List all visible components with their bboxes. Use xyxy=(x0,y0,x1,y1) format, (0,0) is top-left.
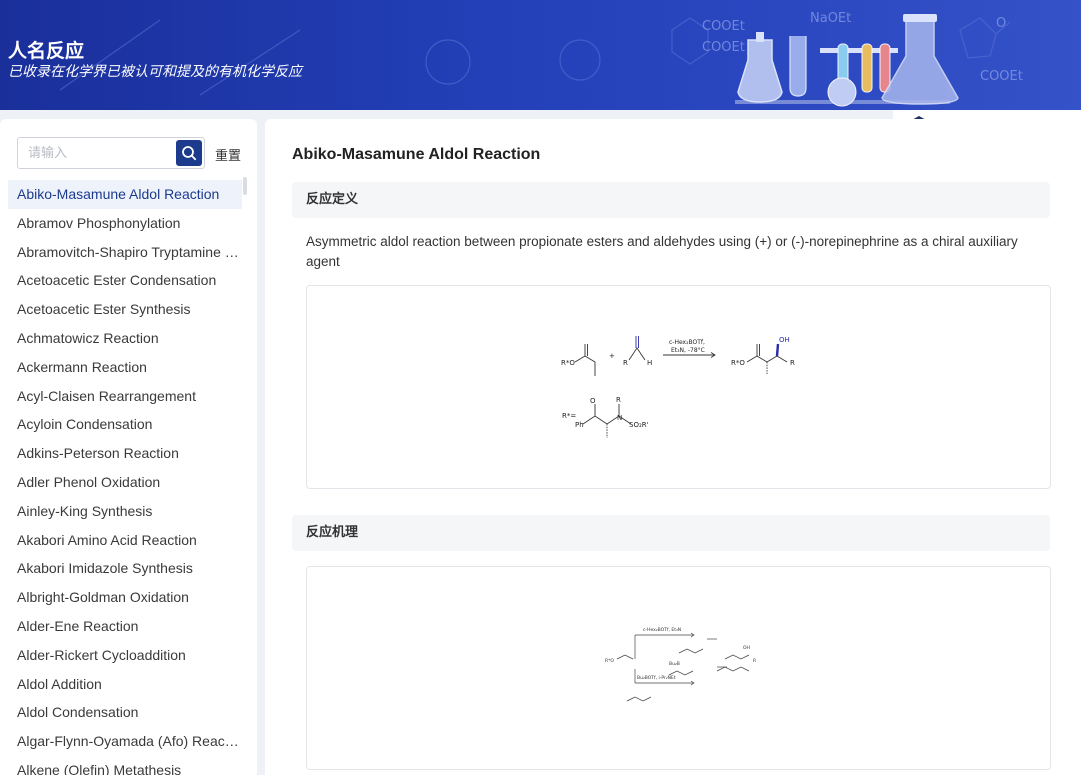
scheme-label: R xyxy=(623,359,628,367)
reaction-list-item[interactable]: Abramovitch-Shapiro Tryptamine Synthesis xyxy=(8,238,242,267)
scheme-label: R xyxy=(790,359,795,367)
search-icon xyxy=(182,146,197,161)
scheme-label: Ph xyxy=(575,421,584,429)
scheme-label: N xyxy=(617,414,622,422)
reaction-list-item[interactable]: Albright-Goldman Oxidation xyxy=(8,583,242,612)
mechanism-drawing: c-Hex₂BOTf, Et₃N Bu₂BOTf, i-Pr₂NEt R*O O… xyxy=(605,627,756,702)
scheme-label: R*O xyxy=(561,359,575,367)
page-subtitle: 已收录在化学界已被认可和提及的有机化学反应 xyxy=(8,64,302,80)
reaction-title: Abiko-Masamune Aldol Reaction xyxy=(292,146,541,163)
reaction-list-item[interactable]: Abiko-Masamune Aldol Reaction xyxy=(8,180,242,209)
scheme-label: R*O xyxy=(731,359,745,367)
mechanism-label: R xyxy=(753,658,756,664)
mechanism-label: Bu₂B xyxy=(669,661,680,667)
mechanism-label: R*O xyxy=(605,658,614,664)
mechanism-heading: 反应机理 xyxy=(292,515,1050,551)
header-banner: COOEt COOEt NaOEt COOEt O 人名反应 已收录在化学界已被… xyxy=(0,0,1081,110)
reaction-list-item[interactable]: Acetoacetic Ester Synthesis xyxy=(8,295,242,324)
reaction-list-item[interactable]: Akabori Imidazole Synthesis xyxy=(8,554,242,583)
search-input[interactable] xyxy=(18,138,175,168)
reaction-list-item[interactable]: Adkins-Peterson Reaction xyxy=(8,439,242,468)
deco-formula: NaOEt xyxy=(810,11,851,26)
scheme-label: O xyxy=(590,397,596,405)
reaction-list-item[interactable]: Acyloin Condensation xyxy=(8,410,242,439)
scheme-label: c-Hex₂BOTf, xyxy=(669,339,705,346)
reaction-list-item[interactable]: Alkene (Olefin) Metathesis xyxy=(8,756,242,775)
reset-button[interactable]: 重置 xyxy=(215,145,241,164)
definition-heading: 反应定义 xyxy=(292,182,1050,218)
scheme-label: + xyxy=(609,352,615,360)
reaction-list-item[interactable]: Acyl-Claisen Rearrangement xyxy=(8,382,242,411)
reaction-list-item[interactable]: Adler Phenol Oxidation xyxy=(8,468,242,497)
deco-formula: COOEt xyxy=(702,19,745,34)
reaction-list-item[interactable]: Algar-Flynn-Oyamada (Afo) Reaction xyxy=(8,727,242,756)
reaction-scheme-image: R*O + R H c-Hex₂BOTf, Et₃N, -78°C R*O OH… xyxy=(306,285,1051,489)
reaction-list-item[interactable]: Alder-Ene Reaction xyxy=(8,612,242,641)
reaction-list-item[interactable]: Aldol Condensation xyxy=(8,698,242,727)
scheme-label: R*= xyxy=(562,412,576,420)
reaction-list-item[interactable]: Ackermann Reaction xyxy=(8,353,242,382)
definition-text: Asymmetric aldol reaction between propio… xyxy=(306,234,1018,269)
reaction-list-item[interactable]: Achmatowicz Reaction xyxy=(8,324,242,353)
search-box xyxy=(17,137,205,169)
reaction-list-item[interactable]: Aldol Addition xyxy=(8,670,242,699)
scheme-label: R xyxy=(616,396,621,404)
deco-formula: O xyxy=(996,16,1006,31)
reaction-sidebar: 重置 Abiko-Masamune Aldol ReactionAbramov … xyxy=(0,119,257,775)
scheme-label: OH xyxy=(779,336,790,344)
page-title: 人名反应 xyxy=(8,40,85,62)
reaction-list-item[interactable]: Ainley-King Synthesis xyxy=(8,497,242,526)
reaction-list: Abiko-Masamune Aldol Reaction Abramov Pho… xyxy=(8,180,242,775)
scheme-label: H xyxy=(647,359,652,367)
reaction-list-item[interactable]: Abramov Phosphonylation xyxy=(8,209,242,238)
reaction-list-item[interactable]: Akabori Amino Acid Reaction xyxy=(8,526,242,555)
reaction-detail-panel: Abiko-Masamune Aldol Reaction 反应定义 Asymm… xyxy=(265,119,1081,775)
deco-formula: COOEt xyxy=(702,40,745,55)
mechanism-label: c-Hex₂BOTf, Et₃N xyxy=(643,627,681,633)
lab-glassware-illustration: COOEt COOEt NaOEt COOEt O xyxy=(59,11,1023,107)
search-button[interactable] xyxy=(176,140,202,166)
reaction-list-item[interactable]: Alder-Rickert Cycloaddition xyxy=(8,641,242,670)
mechanism-label: OH xyxy=(743,645,750,651)
deco-formula: COOEt xyxy=(980,69,1023,84)
reaction-list-item[interactable]: Acetoacetic Ester Condensation xyxy=(8,266,242,295)
scheme-label: Et₃N, -78°C xyxy=(671,347,705,354)
mechanism-label: Bu₂BOTf, i-Pr₂NEt xyxy=(637,675,676,681)
sidebar-scrollbar[interactable] xyxy=(243,177,247,195)
mechanism-image: c-Hex₂BOTf, Et₃N Bu₂BOTf, i-Pr₂NEt R*O O… xyxy=(306,566,1051,770)
scheme-label: SO₂R' xyxy=(629,421,649,429)
reaction-scheme-drawing: R*O + R H c-Hex₂BOTf, Et₃N, -78°C R*O OH… xyxy=(561,336,795,438)
